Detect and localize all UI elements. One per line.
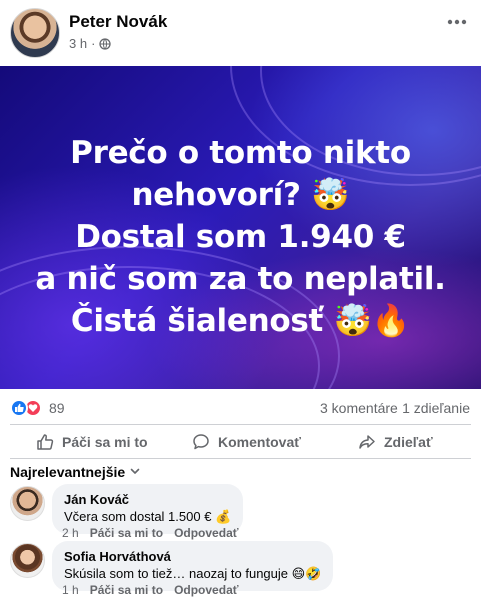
caption-line: Prečo o tomto nikto (70, 135, 411, 171)
comment-time[interactable]: 1 h (62, 583, 79, 597)
actions-row: Páči sa mi to Komentovať Zdieľať (0, 424, 481, 458)
comment-icon (192, 433, 210, 451)
caption-line: Dostal som 1.940 € (75, 219, 406, 255)
comments-count[interactable]: 3 komentáre (320, 400, 398, 416)
reactions-row: 89 3 komentáre 1 zdieľanie (0, 389, 481, 427)
commenter-name[interactable]: Ján Kováč (64, 491, 231, 508)
comment-button[interactable]: Komentovať (192, 431, 301, 453)
meta-separator: · (91, 36, 96, 51)
globe-icon (99, 37, 112, 50)
post-header: Peter Novák 3 h · (0, 0, 481, 66)
author-name[interactable]: Peter Novák (69, 12, 167, 32)
divider (10, 458, 471, 459)
comment-sort-dropdown[interactable]: Najrelevantnejšie (10, 464, 141, 480)
caption-line: Čistá šialenosť 🤯🔥 (70, 303, 411, 339)
commenter-avatar[interactable] (10, 486, 45, 521)
sort-label: Najrelevantnejšie (10, 464, 126, 480)
comment-reply-button[interactable]: Odpovedať (174, 526, 238, 540)
share-button[interactable]: Zdieľať (358, 431, 433, 453)
like-label: Páči sa mi to (62, 434, 148, 450)
more-horizontal-icon[interactable] (445, 10, 469, 34)
share-icon (358, 433, 376, 451)
caption-line: a nič som za to neplatil. (35, 261, 446, 297)
commenter-name[interactable]: Sofia Horváthová (64, 548, 321, 565)
author-avatar[interactable] (10, 8, 60, 58)
image-caption: Prečo o tomto nikto nehovorí? 🤯 Dostal s… (0, 132, 481, 342)
comment-like-button[interactable]: Páči sa mi to (90, 526, 163, 540)
shares-count[interactable]: 1 zdieľanie (402, 400, 470, 416)
post-time[interactable]: 3 h (69, 36, 87, 51)
like-icon (10, 399, 28, 417)
chevron-down-icon (129, 464, 141, 480)
like-button[interactable]: Páči sa mi to (36, 431, 148, 453)
comment-text: Včera som dostal 1.500 € 💰 (64, 509, 232, 524)
comment-reply-button[interactable]: Odpovedať (174, 583, 238, 597)
reaction-count[interactable]: 89 (49, 400, 65, 416)
post-image[interactable]: Prečo o tomto nikto nehovorí? 🤯 Dostal s… (0, 66, 481, 389)
caption-line: nehovorí? 🤯 (131, 177, 350, 213)
reaction-icons[interactable] (10, 399, 42, 417)
comment-like-button[interactable]: Páči sa mi to (90, 583, 163, 597)
comment-time[interactable]: 2 h (62, 526, 79, 540)
post-meta: 3 h · (69, 36, 112, 51)
thumbs-up-icon (36, 433, 54, 451)
comment-meta: 2 h Páči sa mi to Odpovedať (62, 526, 239, 540)
comment-text: Skúsila som to tiež… naozaj to funguje 😄… (64, 566, 322, 581)
comment-meta: 1 h Páči sa mi to Odpovedať (62, 583, 239, 597)
share-label: Zdieľať (384, 434, 433, 450)
comment-label: Komentovať (218, 434, 301, 450)
commenter-avatar[interactable] (10, 543, 45, 578)
